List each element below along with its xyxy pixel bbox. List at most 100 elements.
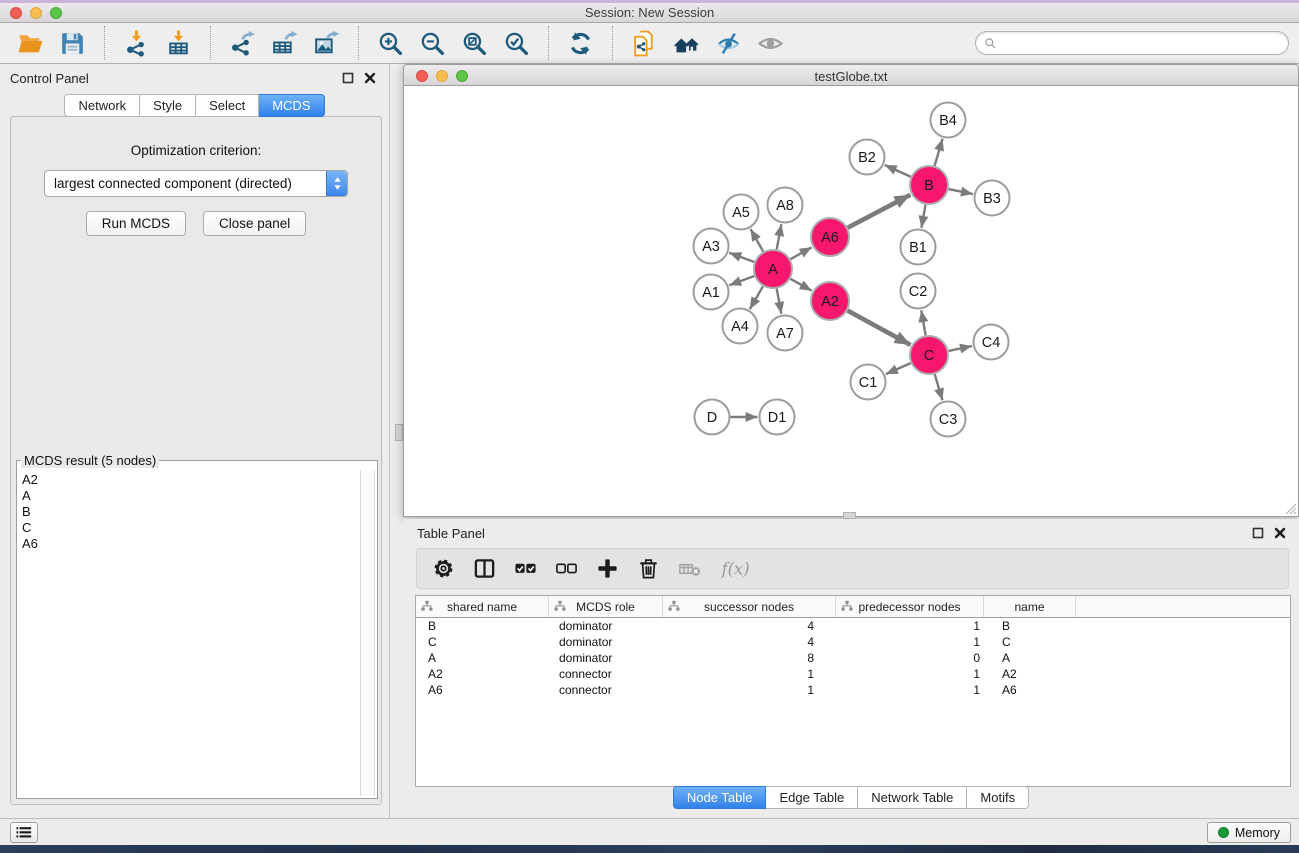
tab-select[interactable]: Select [196,94,259,117]
mcds-result-item[interactable]: A6 [22,536,360,552]
edge-A6-B[interactable] [848,195,911,228]
add-column-icon[interactable] [595,556,620,582]
window-resize-grip[interactable] [1283,501,1297,515]
optimization-criterion-select[interactable]: largest connected component (directed) [44,170,348,197]
run-mcds-button[interactable]: Run MCDS [86,211,186,236]
edge-C-C2[interactable] [921,310,925,335]
edge-A-A2[interactable] [790,279,811,291]
edge-C-C1[interactable] [886,363,911,374]
column-header-successor-nodes[interactable]: successor nodes [663,596,836,617]
column-header-name[interactable]: name [984,596,1076,617]
edge-B-B1[interactable] [921,205,925,228]
tab-style[interactable]: Style [140,94,196,117]
table-cell[interactable]: 4 [663,634,836,650]
table-cell[interactable]: A6 [416,682,549,698]
network-canvas[interactable]: B4B2BB3A8A5A6B1A3AA1C2A2A4A7C4CC1C3DD1 [403,86,1299,517]
edge-C-C4[interactable] [949,346,972,351]
delete-column-icon[interactable] [636,556,661,582]
table-row[interactable]: A2connector11A2 [416,666,1290,682]
hide-graphics-details-icon[interactable] [713,27,745,59]
close-panel-button[interactable]: Close panel [203,211,306,236]
vertical-splitter-grip[interactable] [395,424,403,441]
network-window-titlebar[interactable]: testGlobe.txt [403,64,1299,86]
table-cell[interactable]: dominator [549,650,663,666]
table-cell[interactable]: 1 [663,682,836,698]
table-cell[interactable]: A [984,650,1076,666]
table-cell[interactable]: A [416,650,549,666]
import-table-icon[interactable] [163,27,195,59]
edge-A-A5[interactable] [751,229,764,252]
home-view-icon[interactable] [671,27,703,59]
show-graphics-details-icon[interactable] [755,27,787,59]
close-table-panel-icon[interactable] [1273,525,1289,541]
search-box[interactable] [975,31,1289,55]
table-cell[interactable]: B [416,618,549,634]
table-cell[interactable]: 4 [663,618,836,634]
tab-motifs[interactable]: Motifs [967,786,1029,809]
table-cell[interactable]: C [416,634,549,650]
split-panel-icon[interactable] [472,556,497,582]
table-cell[interactable]: B [984,618,1076,634]
table-cell[interactable]: 1 [836,634,984,650]
memory-button[interactable]: Memory [1207,822,1291,843]
export-network-icon[interactable] [227,27,259,59]
import-network-icon[interactable] [121,27,153,59]
table-cell[interactable]: A2 [416,666,549,682]
table-row[interactable]: Cdominator41C [416,634,1290,650]
column-header-mcds-role[interactable]: MCDS role [549,596,663,617]
save-session-icon[interactable] [57,27,89,59]
table-cell[interactable]: connector [549,666,663,682]
edge-B-B2[interactable] [885,165,911,177]
mcds-result-item[interactable]: B [22,504,360,520]
table-cell[interactable]: 0 [836,650,984,666]
edge-B-B3[interactable] [949,189,973,194]
table-cell[interactable]: 1 [663,666,836,682]
column-header-shared-name[interactable]: shared name [416,596,549,617]
table-cell[interactable]: 8 [663,650,836,666]
mcds-result-item[interactable]: A [22,488,360,504]
open-file-icon[interactable] [15,27,47,59]
deselect-all-icon[interactable] [554,556,579,582]
table-row[interactable]: Adominator80A [416,650,1290,666]
tab-network[interactable]: Network [64,94,140,117]
table-cell[interactable]: 1 [836,682,984,698]
edge-A-A1[interactable] [729,276,754,285]
edge-A-A4[interactable] [750,286,763,309]
horizontal-splitter-grip[interactable] [843,512,856,519]
table-cell[interactable]: 1 [836,666,984,682]
table-cell[interactable]: connector [549,682,663,698]
session-file-icon[interactable] [629,27,661,59]
zoom-in-icon[interactable] [375,27,407,59]
column-header-predecessor-nodes[interactable]: predecessor nodes [836,596,984,617]
edge-C-C3[interactable] [935,374,943,400]
close-panel-icon[interactable] [363,70,379,86]
tab-edge-table[interactable]: Edge Table [766,786,858,809]
table-cell[interactable]: A2 [984,666,1076,682]
float-table-panel-icon[interactable] [1251,525,1267,541]
mcds-result-item[interactable]: C [22,520,360,536]
tab-node-table[interactable]: Node Table [673,786,767,809]
edge-A-A8[interactable] [777,224,782,249]
export-image-icon[interactable] [311,27,343,59]
float-panel-icon[interactable] [341,70,357,86]
refresh-icon[interactable] [565,27,597,59]
table-row[interactable]: A6connector11A6 [416,682,1290,698]
search-input[interactable] [1002,35,1280,52]
settings-gear-icon[interactable] [431,556,456,582]
zoom-fit-icon[interactable] [459,27,491,59]
mcds-result-item[interactable]: A2 [22,472,360,488]
result-scrollbar[interactable] [360,470,375,796]
table-cell[interactable]: A6 [984,682,1076,698]
select-all-icon[interactable] [513,556,538,582]
edge-A-A3[interactable] [729,253,754,262]
edge-A-A6[interactable] [790,247,811,259]
table-row[interactable]: Bdominator41B [416,618,1290,634]
table-cell[interactable]: 1 [836,618,984,634]
table-cell[interactable]: dominator [549,618,663,634]
edge-B-B4[interactable] [935,139,943,166]
edge-A-A7[interactable] [777,289,782,314]
edge-A2-C[interactable] [848,311,911,345]
table-cell[interactable]: C [984,634,1076,650]
tab-network-table[interactable]: Network Table [858,786,967,809]
task-history-button[interactable] [10,822,38,843]
